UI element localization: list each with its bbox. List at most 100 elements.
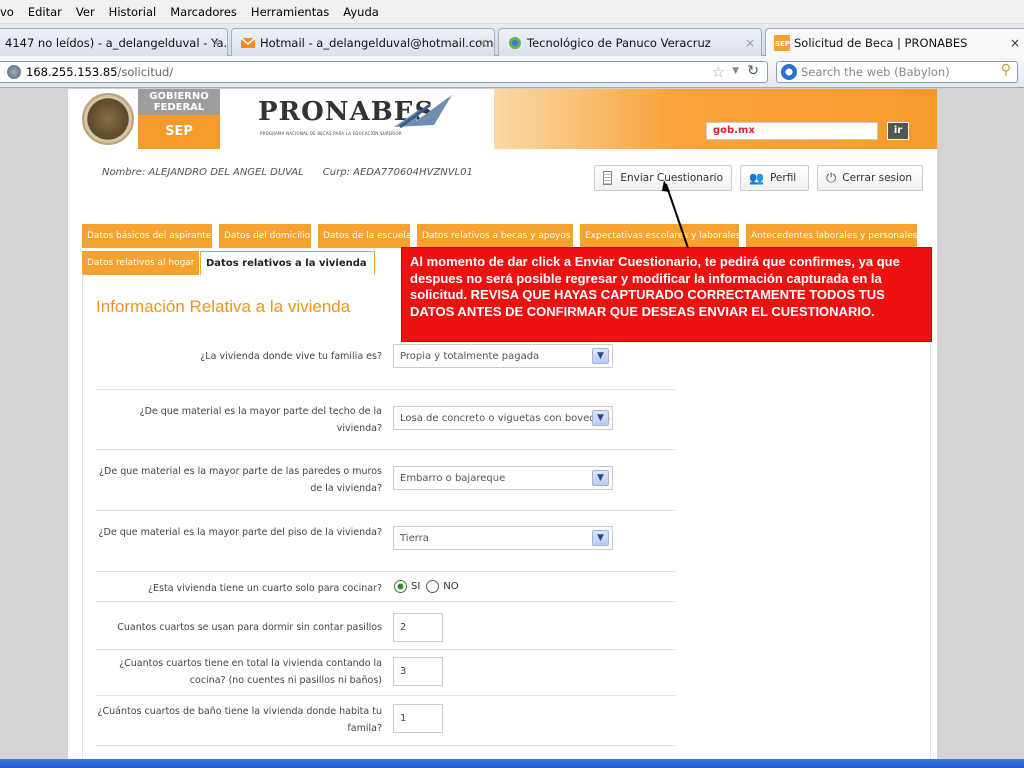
mexico-seal-icon [82, 93, 134, 145]
gobmx-search-button[interactable]: ir [887, 122, 909, 140]
q-cocina-radios: SI NO [394, 580, 459, 593]
magnifier-icon[interactable]: ⚲ [1001, 62, 1011, 78]
gobmx-logo: gob.mx [713, 125, 755, 136]
tab-label: Hotmail - a_delangelduval@hotmail.com [260, 35, 494, 50]
q-cuartos-total-label: ¿Cuantos cuartos tiene en total la vivie… [119, 658, 382, 686]
divider [96, 449, 676, 450]
babylon-icon[interactable] [781, 64, 797, 80]
menu-marcadores[interactable]: Marcadores [170, 5, 237, 19]
q-piso-select[interactable]: Tierra ▼ [393, 526, 613, 550]
user-icon: 👥 [749, 171, 764, 185]
tab-label: Tecnológico de Panuco Veracruz [527, 35, 711, 50]
select-value: Tierra [400, 532, 429, 544]
gobmx-search-input[interactable]: gob.mx [706, 122, 878, 140]
menu-ver[interactable]: Ver [76, 5, 95, 19]
q-cuartos-total-input[interactable]: 3 [393, 657, 443, 686]
menu-bar: vo Editar Ver Historial Marcadores Herra… [0, 0, 1024, 24]
menu-archivo[interactable]: vo [0, 5, 14, 19]
q-tipo-vivienda-label: ¿La vivienda donde vive tu familia es? [200, 351, 382, 362]
q-banos-input[interactable]: 1 [393, 704, 443, 733]
site-identity-icon[interactable] [7, 65, 21, 79]
q-piso-label: ¿De que material es la mayor parte del p… [98, 527, 382, 538]
chevron-down-icon[interactable]: ▼ [592, 530, 609, 546]
close-icon[interactable]: × [1010, 36, 1020, 50]
close-icon[interactable]: × [478, 36, 488, 50]
radio-si[interactable] [394, 580, 407, 593]
address-bar[interactable]: 168.255.153.85/solicitud/ ☆ ▼ ↻ [0, 61, 768, 83]
close-icon[interactable]: × [745, 36, 755, 50]
gear-logo-icon [507, 35, 523, 51]
divider [96, 649, 676, 650]
q-tipo-vivienda-select[interactable]: Propia y totalmente pagada ▼ [393, 344, 613, 368]
radio-no[interactable] [426, 580, 440, 593]
radio-si-label: SI [411, 581, 421, 592]
q-paredes-select[interactable]: Embarro o bajareque ▼ [393, 466, 613, 490]
q-cuartos-dormir-input[interactable]: 2 [393, 613, 443, 642]
menu-historial[interactable]: Historial [109, 5, 157, 19]
menu-editar[interactable]: Editar [28, 5, 62, 19]
divider [96, 745, 676, 746]
tab-datos-domicilio[interactable]: Datos del domicilio [219, 224, 312, 248]
close-icon[interactable]: × [211, 36, 221, 50]
tab-antecedentes[interactable]: Antecedentes laborales y personales [746, 224, 918, 248]
callout-arrow [662, 180, 689, 249]
tab-solicitud-beca[interactable]: SEP Solicitud de Beca | PRONABES × [765, 28, 1024, 57]
menu-ayuda[interactable]: Ayuda [343, 5, 379, 19]
sep-favicon-icon: SEP [774, 35, 790, 51]
tab-bar: 4147 no leídos) - a_delangelduval - Ya..… [0, 24, 1024, 57]
section-title: Información Relativa a la vivienda [96, 297, 351, 316]
user-curp: AEDA770604HVZNVL01 [353, 167, 473, 178]
input-value: 1 [400, 713, 407, 724]
gob-line1: GOBIERNO [149, 91, 209, 102]
tab-label: 4147 no leídos) - a_delangelduval - Ya..… [5, 35, 228, 50]
tab-datos-vivienda[interactable]: Datos relativos a la vivienda [200, 251, 375, 275]
tab-hotmail[interactable]: Hotmail - a_delangelduval@hotmail.com × [231, 28, 495, 56]
q-techo-select[interactable]: Losa de concreto o viguetas con bovedill… [393, 406, 613, 430]
gobierno-federal-label: GOBIERNO FEDERAL [138, 89, 220, 115]
tab-tecnologico[interactable]: Tecnológico de Panuco Veracruz × [498, 28, 762, 56]
menu-herramientas[interactable]: Herramientas [251, 5, 329, 19]
q-banos-label: ¿Cuántos cuartos de baño tiene la vivien… [97, 706, 382, 734]
chevron-down-icon[interactable]: ▼ [592, 470, 609, 486]
user-info: Nombre: ALEJANDRO DEL ANGEL DUVAL Curp: … [102, 167, 473, 178]
gob-line2: FEDERAL [153, 102, 205, 113]
page-viewport: GOBIERNO FEDERAL SEP PRONABES PROGRAMA N… [0, 89, 1024, 759]
chevron-down-icon[interactable]: ▼ [592, 410, 609, 426]
hotmail-icon [240, 35, 256, 51]
select-value: Losa de concreto o viguetas con bovedill… [400, 412, 611, 424]
perfil-label: Perfil [769, 172, 797, 184]
dropdown-arrow-icon[interactable]: ▼ [732, 66, 739, 76]
cerrar-label: Cerrar sesion [842, 172, 913, 184]
reload-icon[interactable]: ↻ [747, 63, 759, 79]
chevron-down-icon[interactable]: ▼ [592, 348, 609, 364]
taskbar [0, 759, 1024, 768]
tab-becas-apoyos[interactable]: Datos relativos a becas y apoyos [417, 224, 574, 248]
sep-label: SEP [165, 124, 193, 139]
divider [96, 389, 676, 390]
tab-datos-escuela[interactable]: Datos de la escuela [318, 224, 411, 248]
pronabes-subtitle: PROGRAMA NACIONAL DE BECAS PARA LA EDUCA… [260, 131, 402, 136]
web-search-placeholder: Search the web (Babylon) [801, 65, 950, 79]
cerrar-sesion-button[interactable]: ⏻ Cerrar sesion [817, 165, 923, 191]
web-search-field[interactable]: Search the web (Babylon) ⚲ [776, 61, 1018, 83]
divider [96, 510, 676, 511]
select-value: Embarro o bajareque [400, 472, 506, 484]
bookmark-star-icon[interactable]: ☆ [712, 63, 725, 81]
tab-yahoo-mail[interactable]: 4147 no leídos) - a_delangelduval - Ya..… [0, 28, 228, 56]
tab-datos-basicos[interactable]: Datos básicos del aspirante [82, 224, 213, 248]
input-value: 3 [400, 666, 407, 677]
q-paredes-label: ¿De que material es la mayor parte de la… [98, 466, 382, 494]
url-host: 168.255.153.85 [26, 65, 118, 79]
curp-label: Curp: [322, 167, 350, 178]
warning-callout: Al momento de dar click a Enviar Cuestio… [401, 247, 932, 342]
user-name: ALEJANDRO DEL ANGEL DUVAL [148, 167, 304, 178]
perfil-button[interactable]: 👥 Perfil [740, 165, 809, 191]
q-cocina-label: ¿Esta vivienda tiene un cuarto solo para… [147, 583, 382, 594]
divider [96, 571, 676, 572]
tab-datos-hogar[interactable]: Datos relativos al hogar [82, 251, 200, 275]
header-banner [494, 89, 937, 149]
svg-text:SEP: SEP [775, 40, 790, 48]
divider [96, 601, 676, 602]
url-path: /solicitud/ [117, 65, 174, 79]
content-sheet: GOBIERNO FEDERAL SEP PRONABES PROGRAMA N… [68, 89, 937, 759]
